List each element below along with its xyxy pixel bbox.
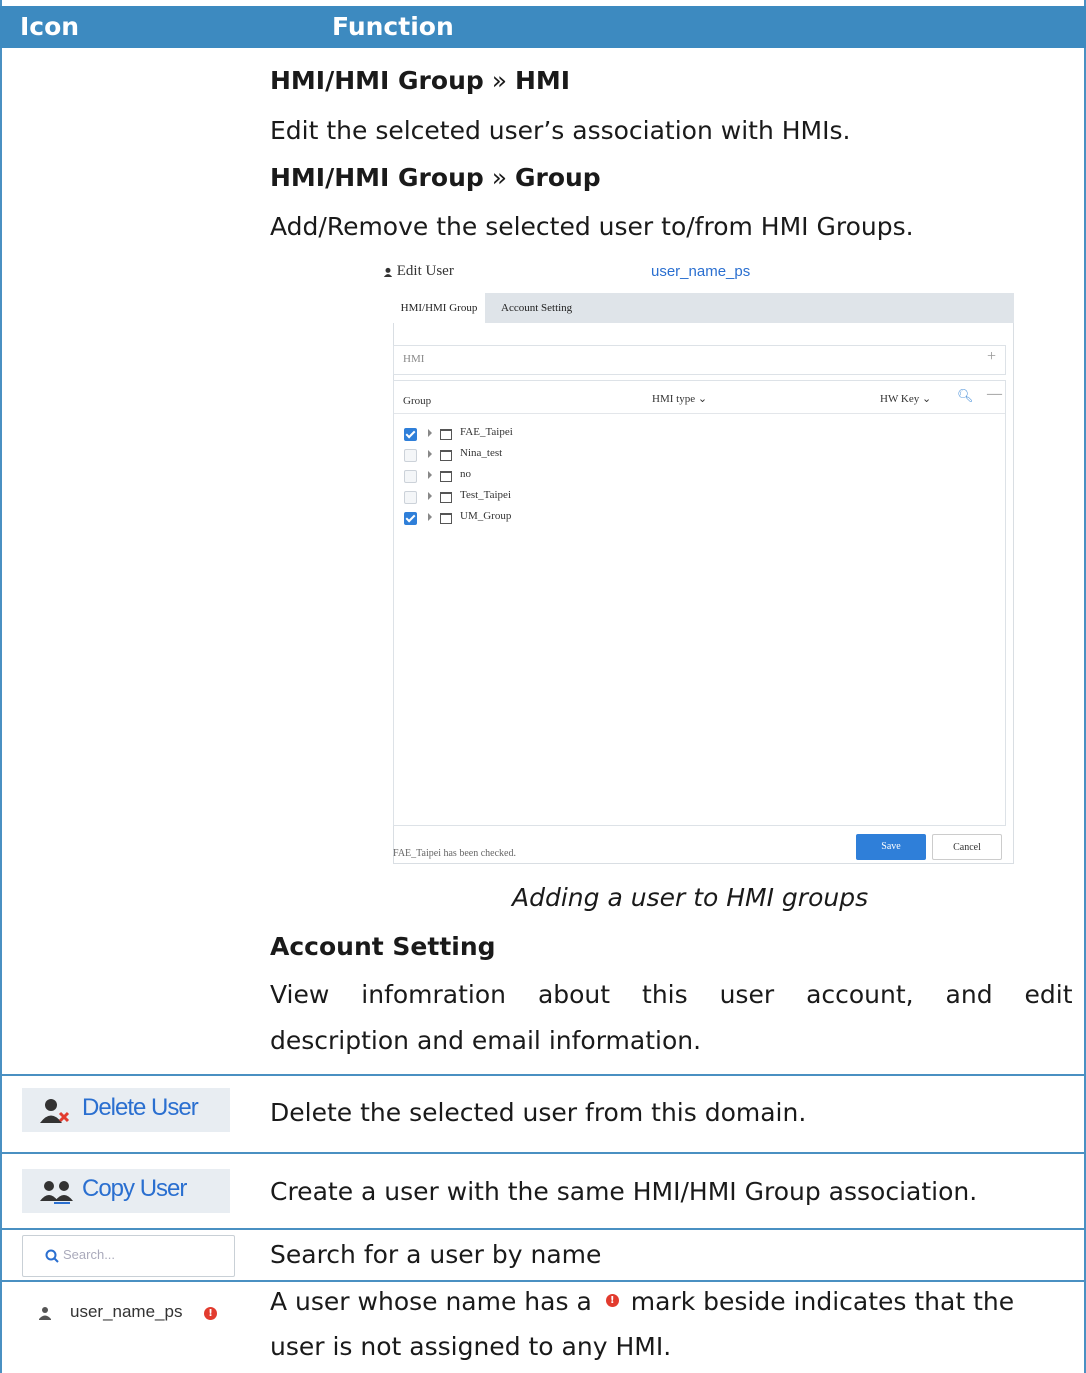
table-header: Icon Function xyxy=(0,6,1086,48)
user-warning-desc-line2: user is not assigned to any HMI. xyxy=(270,1332,672,1361)
expand-icon[interactable] xyxy=(428,471,432,479)
header-function-column: Function xyxy=(332,12,454,41)
document-page: Icon Function HMI/HMI Group » HMI Edit t… xyxy=(0,0,1086,1373)
tab-hmi-group[interactable]: HMI/HMI Group xyxy=(393,293,485,323)
account-setting-heading: Account Setting xyxy=(270,932,496,961)
hmi-label: HMI xyxy=(403,353,425,365)
row-divider xyxy=(0,1280,1086,1282)
checkbox-checked[interactable] xyxy=(404,512,417,525)
group-name: no xyxy=(460,468,471,480)
add-hmi-button[interactable]: + xyxy=(987,348,996,366)
remove-button[interactable]: — xyxy=(987,386,1002,403)
group-list-box: Group HMI type ⌄ HW Key ⌄ 🔍︎ — FAE_Taipe… xyxy=(393,380,1006,826)
delete-user-icon xyxy=(40,1099,70,1123)
search-input[interactable]: Search... xyxy=(22,1235,235,1277)
expand-icon[interactable] xyxy=(428,492,432,500)
cancel-button[interactable]: Cancel xyxy=(932,834,1002,860)
search-desc: Search for a user by name xyxy=(270,1240,602,1269)
checkbox-checked[interactable] xyxy=(404,428,417,441)
expand-icon[interactable] xyxy=(428,450,432,458)
copy-user-desc: Create a user with the same HMI/HMI Grou… xyxy=(270,1177,978,1206)
user-warning-desc-line1: A user whose name has a! mark beside indi… xyxy=(270,1287,1015,1316)
delete-user-label: Delete User xyxy=(82,1094,199,1121)
search-placeholder: Search... xyxy=(63,1247,116,1262)
group-description: Add/Remove the selected user to/from HMI… xyxy=(270,212,914,241)
checkbox-unchecked[interactable] xyxy=(404,449,417,462)
dialog-title: Edit User xyxy=(383,263,454,280)
copy-user-button[interactable]: Copy User xyxy=(22,1169,230,1213)
column-group: Group xyxy=(403,395,432,407)
folder-icon xyxy=(440,513,452,524)
delete-user-desc: Delete the selected user from this domai… xyxy=(270,1098,807,1127)
save-button[interactable]: Save xyxy=(856,834,926,860)
group-name: Nina_test xyxy=(460,447,503,459)
figure-caption: Adding a user to HMI groups xyxy=(512,883,869,912)
account-setting-desc-line2: description and email information. xyxy=(270,1026,702,1055)
column-hw-key[interactable]: HW Key ⌄ xyxy=(880,392,931,405)
row-divider xyxy=(0,1152,1086,1154)
search-icon xyxy=(45,1249,59,1263)
column-hmi-type[interactable]: HMI type ⌄ xyxy=(652,392,707,405)
group-heading: HMI/HMI Group » Group xyxy=(270,163,601,192)
warning-icon: ! xyxy=(204,1307,217,1320)
status-message: FAE_Taipei has been checked. xyxy=(393,848,516,859)
search-icon[interactable]: 🔍︎ xyxy=(957,388,974,404)
account-setting-desc-line1: View infomration about this user account… xyxy=(270,980,1073,1009)
copy-user-label: Copy User xyxy=(82,1175,187,1202)
hmi-heading: HMI/HMI Group » HMI xyxy=(270,66,571,95)
user-icon xyxy=(39,1307,51,1320)
warning-icon: ! xyxy=(605,1293,619,1307)
delete-user-button[interactable]: Delete User xyxy=(22,1088,230,1132)
copy-user-icon xyxy=(40,1181,73,1204)
table-left-border xyxy=(0,0,2,1373)
expand-icon[interactable] xyxy=(428,513,432,521)
header-icon-column: Icon xyxy=(20,12,80,41)
user-name: user_name_ps xyxy=(70,1302,183,1321)
user-list-item[interactable]: user_name_ps ! xyxy=(22,1290,232,1334)
hmi-row: HMI + xyxy=(393,345,1006,375)
expand-icon[interactable] xyxy=(428,429,432,437)
folder-icon xyxy=(440,429,452,440)
folder-icon xyxy=(440,471,452,482)
group-name: FAE_Taipei xyxy=(460,426,513,438)
user-icon xyxy=(383,267,393,277)
row-divider xyxy=(0,1228,1086,1230)
group-name: Test_Taipei xyxy=(460,489,511,501)
dialog-username: user_name_ps xyxy=(651,263,751,280)
header-divider xyxy=(394,413,1005,414)
tab-account-setting[interactable]: Account Setting xyxy=(501,293,572,323)
checkbox-unchecked[interactable] xyxy=(404,470,417,483)
group-name: UM_Group xyxy=(460,510,512,522)
checkbox-unchecked[interactable] xyxy=(404,491,417,504)
row-divider xyxy=(0,1074,1086,1076)
hmi-description: Edit the selceted user’s association wit… xyxy=(270,116,851,145)
edit-user-dialog: Edit User user_name_ps HMI/HMI Group Acc… xyxy=(383,258,1015,866)
folder-icon xyxy=(440,492,452,503)
folder-icon xyxy=(440,450,452,461)
tab-bar xyxy=(393,293,1014,323)
